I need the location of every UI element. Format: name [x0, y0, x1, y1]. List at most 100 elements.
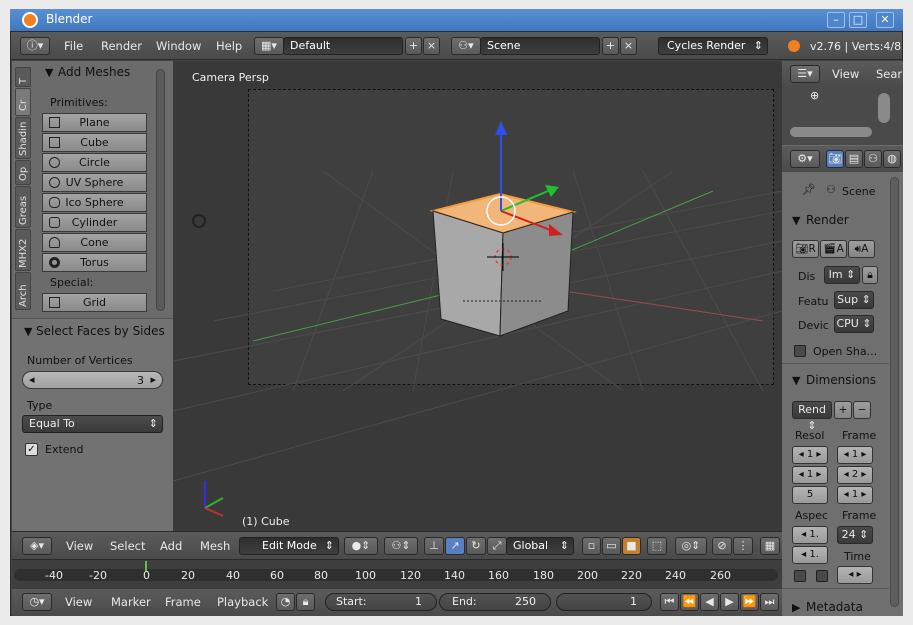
mode-select[interactable]: Edit Mode ⇕: [239, 537, 339, 555]
snap-icon[interactable]: ⊘: [712, 537, 732, 555]
play-reverse-icon[interactable]: ◀: [700, 593, 719, 611]
scene-selector[interactable]: Scene: [480, 37, 600, 55]
add-ico-sphere-button[interactable]: Ico Sphere: [42, 193, 147, 212]
add-meshes-title[interactable]: Add Meshes: [58, 65, 130, 79]
operator-collapse-icon[interactable]: ▼: [24, 325, 32, 338]
display-select[interactable]: Im ⇕: [824, 266, 860, 284]
pin-icon[interactable]: 📌︎: [802, 183, 816, 196]
outliner-type-icon[interactable]: ☰▾: [790, 65, 820, 83]
screen-selector[interactable]: Default: [283, 37, 403, 55]
jump-start-icon[interactable]: ⏮: [660, 593, 679, 611]
frame-rate-select[interactable]: 24 ⇕: [837, 526, 873, 544]
outliner-list[interactable]: ⊕: [782, 87, 903, 145]
play-icon[interactable]: ▶: [720, 593, 739, 611]
add-circle-button[interactable]: Circle: [42, 153, 147, 172]
menu-file[interactable]: File: [64, 39, 83, 53]
layers-tab-icon[interactable]: ▤: [845, 150, 863, 168]
add-scene-icon[interactable]: +: [602, 37, 619, 55]
prev-keyframe-icon[interactable]: ⏪: [680, 593, 699, 611]
menu-render[interactable]: Render: [101, 39, 142, 53]
menu-add[interactable]: Add: [160, 539, 182, 553]
operator-title[interactable]: Select Faces by Sides: [36, 324, 166, 338]
rotate-manipulator-icon[interactable]: ↻: [466, 537, 486, 555]
properties-scrollbar[interactable]: [890, 177, 899, 607]
extend-checkbox[interactable]: ✓: [25, 443, 38, 456]
layers-icon[interactable]: ▦: [760, 537, 780, 555]
aspect-x-field[interactable]: ◂ 1.: [792, 526, 828, 544]
render-panel-title[interactable]: Render: [806, 213, 849, 227]
viewport-scene[interactable]: [173, 61, 782, 531]
outliner-hscrollbar[interactable]: [790, 127, 872, 137]
maximize-icon[interactable]: □: [849, 12, 867, 28]
minimize-icon[interactable]: –: [827, 12, 845, 28]
title-bar[interactable]: Blender – □ ✕: [10, 9, 903, 31]
aspect-y-field[interactable]: ◂ 1.: [792, 546, 828, 564]
render-audio-button[interactable]: 🔊︎A: [848, 240, 875, 258]
scene-tab-icon[interactable]: ⚇: [864, 150, 882, 168]
render-panel-collapse-icon[interactable]: ▼: [792, 214, 800, 227]
remove-scene-icon[interactable]: ×: [620, 37, 637, 55]
remove-screen-icon[interactable]: ×: [423, 37, 440, 55]
add-cone-button[interactable]: Cone: [42, 233, 147, 252]
type-select[interactable]: Equal To ⇕: [22, 415, 163, 433]
dimensions-panel-title[interactable]: Dimensions: [806, 373, 876, 387]
add-cube-button[interactable]: Cube: [42, 133, 147, 152]
cube-left-face[interactable]: [432, 210, 504, 337]
translate-manipulator-icon[interactable]: ↗: [445, 537, 465, 555]
editor-type-icon[interactable]: ⓘ▾: [20, 37, 50, 55]
menu-window[interactable]: Window: [156, 39, 201, 53]
limit-selection-icon[interactable]: ⬚: [647, 537, 667, 555]
start-frame-field[interactable]: Start: 1: [325, 593, 437, 611]
num-vertices-field[interactable]: ◂ 3 ▸: [22, 371, 163, 389]
decrement-icon[interactable]: ◂: [29, 373, 35, 386]
tab-grease-pencil[interactable]: Greas: [15, 186, 31, 228]
end-frame-field[interactable]: End: 250: [439, 593, 551, 611]
orientation-select[interactable]: Global ⇕: [506, 537, 574, 555]
resolution-y-field[interactable]: ◂ 1 ▸: [792, 466, 828, 484]
world-tab-icon[interactable]: ◍: [883, 150, 901, 168]
tool-shelf-scrollbar[interactable]: [156, 69, 165, 311]
manipulator-toggle-icon[interactable]: ⊥: [424, 537, 444, 555]
add-cylinder-button[interactable]: Cylinder: [42, 213, 147, 232]
metadata-collapse-icon[interactable]: ▶: [792, 601, 800, 614]
frame-end-field[interactable]: ◂ 2 ▸: [837, 466, 873, 484]
jump-end-icon[interactable]: ⏭: [760, 593, 779, 611]
timeline-menu-marker[interactable]: Marker: [111, 595, 151, 609]
menu-help[interactable]: Help: [216, 39, 242, 53]
pivot-point-icon[interactable]: ⚇⇕: [384, 537, 418, 555]
editor-type-icon[interactable]: ◈▾: [22, 537, 52, 555]
3d-viewport[interactable]: Camera Persp (1) Cube: [173, 61, 782, 531]
render-tab-icon[interactable]: 📷︎: [826, 150, 844, 168]
render-preset-select[interactable]: Rend ⇕: [792, 401, 832, 432]
proportional-edit-icon[interactable]: ◎⇕: [675, 537, 707, 555]
editor-type-icon[interactable]: ◷▾: [22, 593, 52, 611]
face-select-icon[interactable]: ■: [622, 537, 641, 555]
resolution-percent-field[interactable]: 5: [792, 486, 828, 504]
render-animation-button[interactable]: 🎬︎A: [820, 240, 847, 258]
outliner-search-menu[interactable]: Sear: [876, 67, 902, 81]
render-still-button[interactable]: 📷︎R: [792, 240, 819, 258]
time-remap-field[interactable]: ◂ ▸: [837, 566, 873, 584]
border-checkbox[interactable]: [794, 570, 806, 582]
tab-tools[interactable]: T: [15, 67, 31, 87]
screen-layout-icon[interactable]: ▦▾: [254, 37, 284, 55]
tab-archipack[interactable]: Arch: [15, 272, 31, 310]
add-plane-button[interactable]: Plane: [42, 113, 147, 132]
lock-icon[interactable]: 🔒︎: [296, 593, 315, 611]
camera-lock-icon[interactable]: [192, 214, 206, 228]
remove-preset-icon[interactable]: −: [853, 401, 871, 419]
resolution-x-field[interactable]: ◂ 1 ▸: [792, 446, 828, 464]
crop-checkbox[interactable]: [816, 570, 828, 582]
close-icon[interactable]: ✕: [876, 12, 894, 28]
tab-mhx2[interactable]: MHX2: [15, 229, 31, 271]
add-torus-button[interactable]: Torus: [42, 253, 147, 272]
cube-right-face[interactable]: [499, 211, 574, 337]
add-screen-icon[interactable]: +: [405, 37, 422, 55]
timeline-menu-frame[interactable]: Frame: [165, 595, 201, 609]
snap-element-icon[interactable]: ⋮: [733, 537, 753, 555]
menu-select[interactable]: Select: [110, 539, 145, 553]
properties-type-icon[interactable]: ⚙▾: [790, 150, 820, 168]
frame-step-field[interactable]: ◂ 1 ▸: [837, 486, 873, 504]
tab-create[interactable]: Cr: [15, 88, 31, 116]
timeline-menu-playback[interactable]: Playback: [217, 595, 268, 609]
